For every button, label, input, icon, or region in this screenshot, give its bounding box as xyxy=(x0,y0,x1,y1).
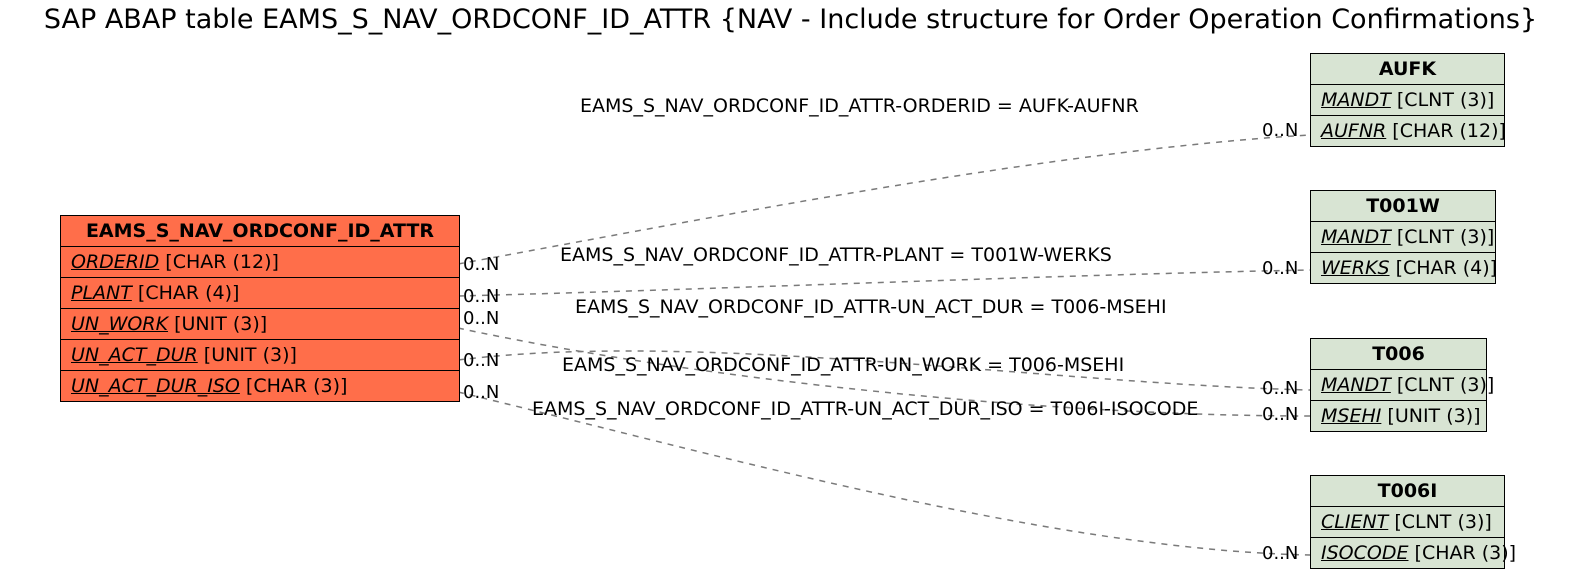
cardinality-left: 0..N xyxy=(463,350,499,371)
field-name: CLIENT xyxy=(1321,511,1388,533)
entity-source-header: EAMS_S_NAV_ORDCONF_ID_ATTR xyxy=(61,216,459,247)
field-type: [CLNT (3)] xyxy=(1397,374,1494,396)
entity-source-field: PLANT [CHAR (4)] xyxy=(61,278,459,309)
entity-t001w: T001W MANDT [CLNT (3)] WERKS [CHAR (4)] xyxy=(1310,190,1496,284)
field-type: [CHAR (12)] xyxy=(165,251,279,273)
entity-header: AUFK xyxy=(1311,54,1504,85)
field-name: ISOCODE xyxy=(1321,542,1408,564)
field-name: WERKS xyxy=(1321,257,1390,279)
field-type: [CHAR (3)] xyxy=(246,375,348,397)
field-name: PLANT xyxy=(71,282,132,304)
entity-field: ISOCODE [CHAR (3)] xyxy=(1311,538,1504,568)
field-name: AUFNR xyxy=(1321,120,1386,142)
field-type: [CHAR (12)] xyxy=(1392,120,1506,142)
field-name: ORDERID xyxy=(71,251,159,273)
entity-source-field: UN_ACT_DUR [UNIT (3)] xyxy=(61,340,459,371)
field-type: [CHAR (3)] xyxy=(1415,542,1517,564)
cardinality-right: 0..N xyxy=(1262,258,1298,279)
relation-label: EAMS_S_NAV_ORDCONF_ID_ATTR-UN_ACT_DUR_IS… xyxy=(532,398,1198,420)
entity-t006: T006 MANDT [CLNT (3)] MSEHI [UNIT (3)] xyxy=(1310,338,1487,432)
field-name: MANDT xyxy=(1321,374,1391,396)
cardinality-right: 0..N xyxy=(1262,404,1298,425)
entity-field: WERKS [CHAR (4)] xyxy=(1311,253,1495,283)
field-type: [CLNT (3)] xyxy=(1397,89,1494,111)
field-type: [UNIT (3)] xyxy=(204,344,297,366)
cardinality-right: 0..N xyxy=(1262,120,1298,141)
entity-field: MSEHI [UNIT (3)] xyxy=(1311,401,1486,431)
field-type: [UNIT (3)] xyxy=(174,313,267,335)
entity-source-field: ORDERID [CHAR (12)] xyxy=(61,247,459,278)
entity-source-field: UN_ACT_DUR_ISO [CHAR (3)] xyxy=(61,371,459,401)
entity-header: T001W xyxy=(1311,191,1495,222)
cardinality-left: 0..N xyxy=(463,382,499,403)
field-name: UN_ACT_DUR xyxy=(71,344,198,366)
entity-t006i: T006I CLIENT [CLNT (3)] ISOCODE [CHAR (3… xyxy=(1310,475,1505,569)
entity-field: MANDT [CLNT (3)] xyxy=(1311,370,1486,401)
cardinality-right: 0..N xyxy=(1262,543,1298,564)
cardinality-left: 0..N xyxy=(463,286,499,307)
entity-field: MANDT [CLNT (3)] xyxy=(1311,85,1504,116)
entity-header: T006I xyxy=(1311,476,1504,507)
field-name: MSEHI xyxy=(1321,405,1381,427)
page-title: SAP ABAP table EAMS_S_NAV_ORDCONF_ID_ATT… xyxy=(0,4,1581,35)
field-type: [CLNT (3)] xyxy=(1394,511,1491,533)
cardinality-right: 0..N xyxy=(1262,378,1298,399)
field-name: MANDT xyxy=(1321,226,1391,248)
entity-source-field: UN_WORK [UNIT (3)] xyxy=(61,309,459,340)
field-type: [CHAR (4)] xyxy=(1396,257,1498,279)
relation-label: EAMS_S_NAV_ORDCONF_ID_ATTR-PLANT = T001W… xyxy=(560,244,1112,266)
entity-source: EAMS_S_NAV_ORDCONF_ID_ATTR ORDERID [CHAR… xyxy=(60,215,460,402)
entity-aufk: AUFK MANDT [CLNT (3)] AUFNR [CHAR (12)] xyxy=(1310,53,1505,147)
relation-label: EAMS_S_NAV_ORDCONF_ID_ATTR-ORDERID = AUF… xyxy=(580,95,1139,117)
field-name: UN_ACT_DUR_ISO xyxy=(71,375,240,397)
field-name: MANDT xyxy=(1321,89,1391,111)
entity-field: AUFNR [CHAR (12)] xyxy=(1311,116,1504,146)
field-type: [CHAR (4)] xyxy=(138,282,240,304)
relation-label: EAMS_S_NAV_ORDCONF_ID_ATTR-UN_ACT_DUR = … xyxy=(575,296,1167,318)
cardinality-left: 0..N xyxy=(463,308,499,329)
relation-label: EAMS_S_NAV_ORDCONF_ID_ATTR-UN_WORK = T00… xyxy=(562,354,1124,376)
entity-header: T006 xyxy=(1311,339,1486,370)
field-type: [CLNT (3)] xyxy=(1397,226,1494,248)
field-name: UN_WORK xyxy=(71,313,168,335)
diagram-canvas: SAP ABAP table EAMS_S_NAV_ORDCONF_ID_ATT… xyxy=(0,0,1581,581)
entity-field: MANDT [CLNT (3)] xyxy=(1311,222,1495,253)
cardinality-left: 0..N xyxy=(463,254,499,275)
field-type: [UNIT (3)] xyxy=(1387,405,1480,427)
entity-field: CLIENT [CLNT (3)] xyxy=(1311,507,1504,538)
